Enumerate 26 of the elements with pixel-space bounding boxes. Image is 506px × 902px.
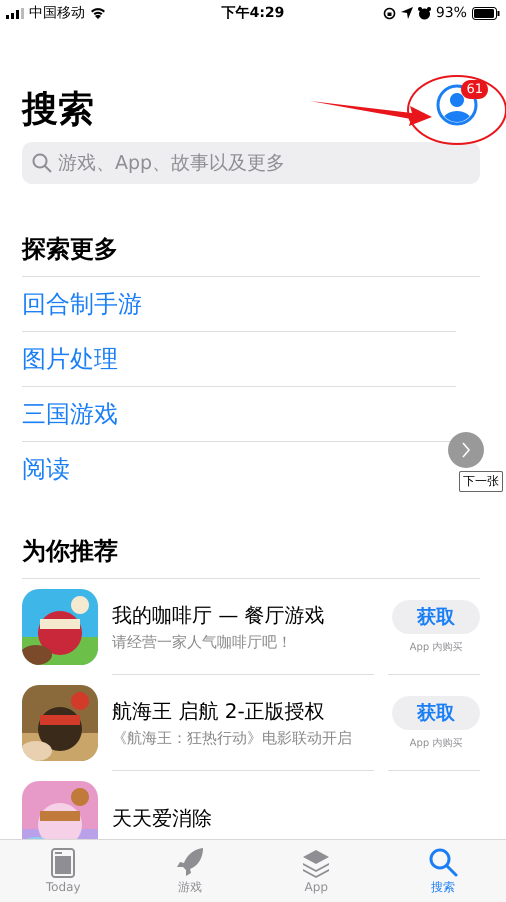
section-heading: 为你推荐	[22, 536, 480, 579]
app-name: 我的咖啡厅 — 餐厅游戏	[112, 602, 326, 628]
suggestion-link[interactable]: 回合制手游	[22, 288, 142, 320]
clock-time: 下午4:29	[222, 4, 284, 22]
tab-bar-item[interactable]: Today	[0, 840, 126, 902]
notification-badge: 61	[461, 80, 488, 99]
battery-percent: 93%	[436, 5, 467, 21]
carrier-name: 中国移动	[29, 4, 85, 22]
get-button[interactable]: 获取	[392, 696, 480, 730]
next-tooltip: 下一张	[459, 471, 503, 492]
tab-bar-item[interactable]: App	[253, 840, 380, 902]
get-button[interactable]: 获取	[392, 600, 480, 634]
in-app-purchase-note: App 内购买	[410, 640, 462, 654]
search-field[interactable]: 游戏、App、故事以及更多	[22, 142, 480, 184]
suggestion-link[interactable]: 图片处理	[22, 343, 118, 375]
suggestion-link[interactable]: 三国游戏	[22, 398, 118, 430]
tab-bar-item[interactable]: 搜索	[380, 840, 506, 902]
app-subtitle: 《航海王：狂热行动》电影联动开启	[112, 728, 353, 748]
in-app-purchase-note: App 内购买	[410, 736, 462, 750]
section-heading: 探索更多	[22, 234, 480, 277]
app-name: 天天爱消除	[112, 805, 213, 832]
suggestion-link[interactable]: 阅读	[22, 453, 70, 485]
page-title: 搜索	[22, 88, 94, 132]
app-subtitle: 请经营一家人气咖啡厅吧！	[112, 632, 293, 652]
app-name: 航海王 启航 2-正版授权	[112, 698, 326, 724]
tab-bar-item[interactable]: 游戏	[126, 840, 253, 902]
